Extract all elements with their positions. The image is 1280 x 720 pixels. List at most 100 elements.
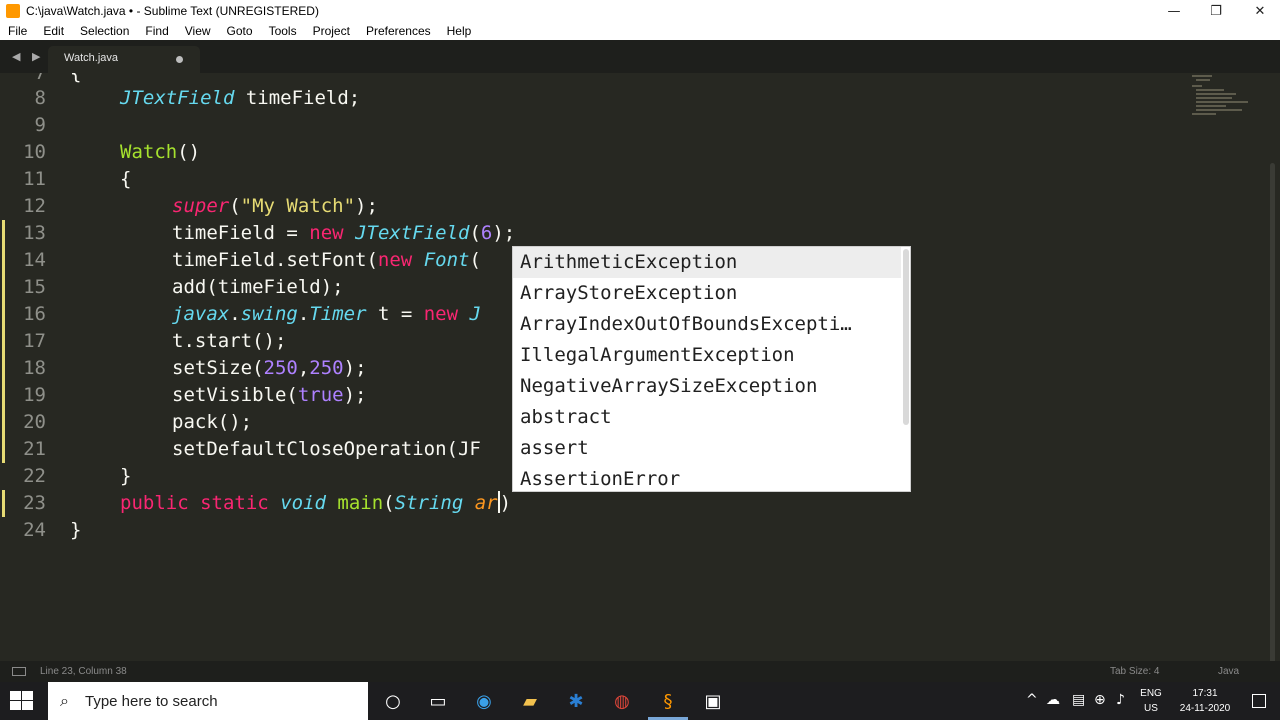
line-number: 14 bbox=[23, 249, 46, 271]
title-bar: C:\java\Watch.java • - Sublime Text (UNR… bbox=[0, 0, 1280, 22]
file-explorer-icon[interactable]: ▰ bbox=[517, 688, 543, 714]
volume-icon[interactable]: ♪ bbox=[1116, 692, 1125, 708]
clock[interactable]: 17:31 24-11-2020 bbox=[1172, 686, 1238, 716]
line-number: 19 bbox=[23, 384, 46, 406]
menu-find[interactable]: Find bbox=[137, 22, 176, 40]
notifications-icon[interactable] bbox=[1252, 694, 1266, 708]
line-number: 8 bbox=[34, 87, 46, 109]
cortana-icon[interactable]: ○ bbox=[380, 688, 406, 714]
tab-bar: ◀ ▶ Watch.java bbox=[0, 40, 1280, 73]
menu-help[interactable]: Help bbox=[439, 22, 480, 40]
status-bar: Line 23, Column 38 Tab Size: 4 Java bbox=[0, 661, 1280, 682]
line-number: 24 bbox=[23, 519, 46, 541]
autocomplete-popup[interactable]: ArithmeticException ArrayStoreException … bbox=[512, 246, 911, 492]
edge-icon[interactable]: ◉ bbox=[471, 688, 497, 714]
keyboard-layout: US bbox=[1144, 703, 1158, 714]
line-number: 10 bbox=[23, 141, 46, 163]
search-icon: ⌕ bbox=[60, 691, 69, 710]
network-icon[interactable]: ▤ bbox=[1072, 692, 1085, 708]
line-number: 12 bbox=[23, 195, 46, 217]
minimap[interactable] bbox=[1190, 73, 1254, 123]
code-line-24: } bbox=[70, 519, 82, 541]
line-number: 16 bbox=[23, 303, 46, 325]
close-button[interactable]: ✕ bbox=[1238, 0, 1280, 22]
code-line-22: } bbox=[120, 465, 132, 487]
line-number: 20 bbox=[23, 411, 46, 433]
menu-project[interactable]: Project bbox=[305, 22, 358, 40]
language-indicator[interactable]: ENG US bbox=[1138, 686, 1164, 716]
autocomplete-item[interactable]: assert bbox=[513, 433, 901, 464]
code-line-15: add(timeField); bbox=[172, 276, 344, 298]
code-line-10: Watch() bbox=[120, 141, 201, 163]
code-line-23: public static void main(String ar) bbox=[120, 491, 512, 514]
autocomplete-item[interactable]: ArithmeticException bbox=[513, 247, 901, 278]
autocomplete-item[interactable]: AssertionError bbox=[513, 464, 901, 495]
language-code: ENG bbox=[1140, 688, 1162, 699]
menu-goto[interactable]: Goto bbox=[219, 22, 261, 40]
onedrive-icon[interactable]: ☁ bbox=[1046, 692, 1060, 708]
windows-start-icon[interactable] bbox=[10, 691, 34, 711]
menu-bar: File Edit Selection Find View Goto Tools… bbox=[0, 22, 1280, 40]
menu-file[interactable]: File bbox=[0, 22, 35, 40]
line-number: 11 bbox=[23, 168, 46, 190]
restore-button[interactable]: ❐ bbox=[1194, 0, 1238, 22]
clock-time: 17:31 bbox=[1192, 688, 1218, 699]
line-number: 23 bbox=[23, 492, 46, 514]
show-hidden-icons-icon[interactable]: ^ bbox=[1026, 692, 1038, 708]
line-number: 17 bbox=[23, 330, 46, 352]
line-number: 9 bbox=[34, 114, 46, 136]
menu-tools[interactable]: Tools bbox=[261, 22, 305, 40]
cursor-position: Line 23, Column 38 bbox=[40, 666, 127, 677]
tab-size-indicator[interactable]: Tab Size: 4 bbox=[1110, 666, 1159, 677]
clock-date: 24-11-2020 bbox=[1179, 703, 1231, 714]
vertical-scrollbar[interactable] bbox=[1270, 163, 1275, 661]
modified-line-marker bbox=[2, 490, 5, 517]
bluetooth-icon[interactable]: ✱ bbox=[563, 688, 589, 714]
autocomplete-scrollbar[interactable] bbox=[903, 249, 909, 425]
autocomplete-item[interactable]: IllegalArgumentException bbox=[513, 340, 901, 371]
line-number: 13 bbox=[23, 222, 46, 244]
menu-edit[interactable]: Edit bbox=[35, 22, 72, 40]
code-line-11: { bbox=[120, 168, 132, 190]
autocomplete-item[interactable]: ArrayStoreException bbox=[513, 278, 901, 309]
minimize-button[interactable]: — bbox=[1152, 0, 1196, 22]
line-number: 22 bbox=[23, 465, 46, 487]
line-number: 15 bbox=[23, 276, 46, 298]
search-placeholder: Type here to search bbox=[85, 693, 218, 710]
tab-label: Watch.java bbox=[64, 52, 119, 64]
panel-toggle-icon[interactable] bbox=[12, 667, 26, 676]
tab-watch-java[interactable]: Watch.java bbox=[48, 46, 200, 73]
code-line-8: JTextField timeField; bbox=[120, 87, 361, 109]
taskbar: ⌕ Type here to search ○ ▭ ◉ ▰ ✱ ◍ § ▣ ^ … bbox=[0, 682, 1280, 720]
autocomplete-item[interactable]: ArrayIndexOutOfBoundsExcepti… bbox=[513, 309, 901, 340]
code-line-18: setSize(250,250); bbox=[172, 357, 367, 379]
unsaved-dot-icon[interactable] bbox=[176, 56, 183, 63]
task-view-icon[interactable]: ▭ bbox=[425, 688, 451, 714]
window-title: C:\java\Watch.java • - Sublime Text (UNR… bbox=[26, 4, 319, 18]
code-line-17: t.start(); bbox=[172, 330, 287, 352]
tab-nav-arrows[interactable]: ◀ ▶ bbox=[12, 50, 44, 63]
code-line: { bbox=[70, 73, 82, 84]
line-number: 21 bbox=[23, 438, 46, 460]
autocomplete-item[interactable]: NegativeArraySizeException bbox=[513, 371, 901, 402]
code-line-21: setDefaultCloseOperation(JF bbox=[172, 438, 481, 460]
code-line-13: timeField = new JTextField(6); bbox=[172, 222, 516, 244]
sublime-text-icon bbox=[6, 4, 20, 18]
code-line-19: setVisible(true); bbox=[172, 384, 367, 406]
sublime-text-taskbar-icon[interactable]: § bbox=[655, 688, 681, 714]
menu-view[interactable]: View bbox=[177, 22, 219, 40]
menu-preferences[interactable]: Preferences bbox=[358, 22, 439, 40]
globe-icon[interactable]: ⊕ bbox=[1094, 692, 1106, 708]
modified-lines-marker bbox=[2, 220, 5, 463]
code-line-20: pack(); bbox=[172, 411, 253, 433]
chrome-icon[interactable]: ◍ bbox=[609, 688, 635, 714]
code-line-16: javax.swing.Timer t = new J bbox=[172, 303, 481, 325]
menu-selection[interactable]: Selection bbox=[72, 22, 137, 40]
syntax-indicator[interactable]: Java bbox=[1218, 666, 1239, 677]
code-line-14: timeField.setFont(new Font( bbox=[172, 249, 481, 271]
autocomplete-item[interactable]: abstract bbox=[513, 402, 901, 433]
taskbar-search-box[interactable]: ⌕ Type here to search bbox=[48, 682, 368, 720]
line-number: 18 bbox=[23, 357, 46, 379]
command-prompt-icon[interactable]: ▣ bbox=[700, 688, 726, 714]
code-line-12: super("My Watch"); bbox=[172, 195, 378, 217]
